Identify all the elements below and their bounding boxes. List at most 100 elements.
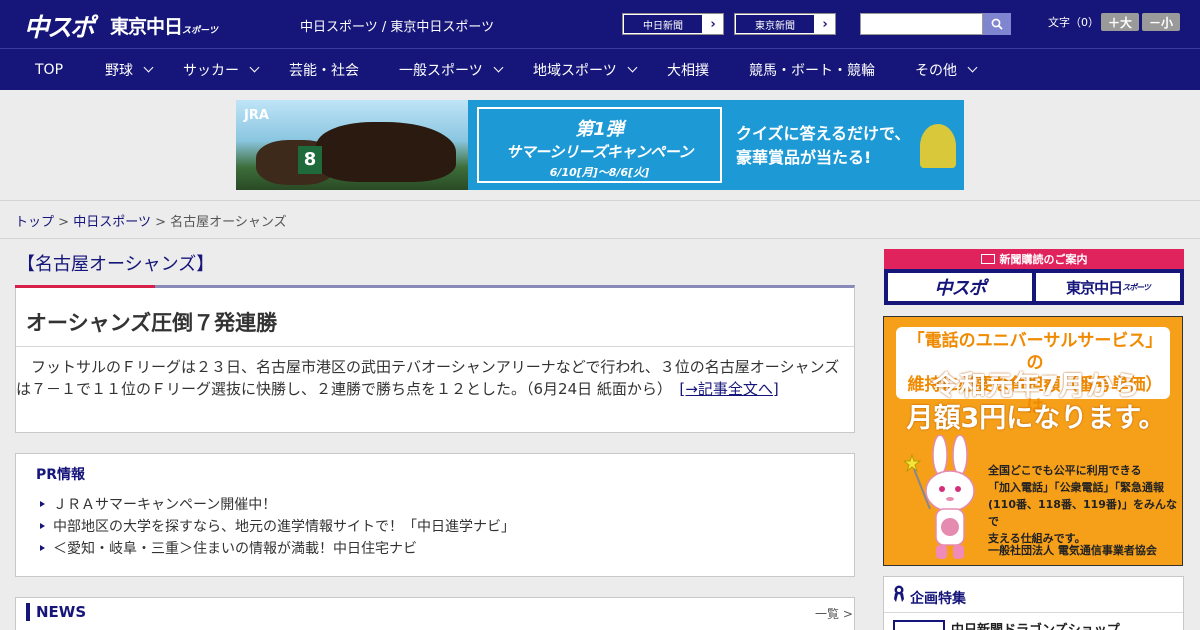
search-input[interactable] <box>860 13 983 35</box>
newspaper-icon <box>980 254 995 264</box>
main-nav: TOP 野球 サッカー 芸能・社会 一般スポーツ 地域スポーツ 大相撲 競馬・ボ… <box>0 48 1200 90</box>
subscribe-chuspo-button[interactable]: 中スポ <box>888 273 1032 301</box>
article-accent-bar <box>15 285 155 288</box>
triangle-right-icon <box>40 523 45 529</box>
news-box <box>15 597 855 630</box>
font-size-label: 文字（0） <box>1048 16 1099 29</box>
triangle-right-icon <box>40 545 45 551</box>
chevron-right-icon: › <box>822 16 828 32</box>
campaign-copy-1: クイズに答えるだけで、 <box>736 124 911 143</box>
nav-label: サッカー <box>183 62 239 79</box>
universal-service-ad[interactable]: 「電話のユニバーサルサービス」の 維持に必要な負担額（番号単価）は 令和元年7月… <box>883 316 1183 566</box>
nav-label: 野球 <box>105 62 133 79</box>
ad-body-line: (110番、118番、119番)」をみんなで <box>988 498 1177 528</box>
nav-label: 地域スポーツ <box>533 62 617 79</box>
news-accent-bar <box>26 603 30 621</box>
saddle-number: 8 <box>298 146 322 174</box>
divider <box>16 346 854 347</box>
breadcrumb-home[interactable]: トップ <box>15 215 54 230</box>
nav-item-others[interactable]: その他 <box>915 49 978 90</box>
subscription-head-text: 新聞購読のご案内 <box>999 253 1088 266</box>
ad-body-line: 全国どこでも公平に利用できる <box>988 464 1142 477</box>
chevron-down-icon <box>627 62 638 73</box>
jra-logo: JRA <box>244 108 269 123</box>
logo-tokyo-text: 東京中日 <box>110 16 183 38</box>
nav-label: 大相撲 <box>667 62 709 79</box>
chevron-down-icon <box>143 62 154 73</box>
sub-tokyo-text: 東京中日 <box>1066 278 1123 297</box>
read-more-link[interactable]: [→記事全文へ] <box>679 380 778 398</box>
chuspo-logo[interactable]: 中スポ <box>24 8 95 44</box>
site-name[interactable]: 中日スポーツ / 東京中日スポーツ <box>300 16 494 35</box>
nav-item-sumo[interactable]: 大相撲 <box>667 49 709 90</box>
ad-big-line: 月額3円になります。 <box>906 403 1166 434</box>
pr-item-text: ＪＲＡサマーキャンペーン開催中！ <box>53 497 277 513</box>
pr-item-text: ＜愛知・岐阜・三重＞住まいの情報が満載！中日住宅ナビ <box>53 541 417 557</box>
triangle-right-icon <box>40 501 45 507</box>
tokyo-shimbun-link[interactable]: 東京新聞 › <box>734 13 836 35</box>
subscribe-tokyo-button[interactable]: 東京中日 スポーツ <box>1036 273 1180 301</box>
rabbit-mascot-icon <box>904 435 975 559</box>
ad-big-text: 令和元年7月から 月額3円になります。 <box>898 371 1174 435</box>
ad-body-line: 「加入電話」「公衆電話」「緊急通報 <box>988 481 1164 494</box>
nav-label: 芸能・社会 <box>289 62 359 79</box>
section-title: 【名古屋オーシャンズ】 <box>17 254 215 275</box>
article-body: フットサルのＦリーグは２３日、名古屋市港区の武田テバオーシャンアリーナなどで行わ… <box>16 356 854 400</box>
breadcrumb: トップ > 中日スポーツ > 名古屋オーシャンズ <box>15 211 287 230</box>
chevron-right-icon: › <box>710 16 716 32</box>
font-larger-button[interactable]: ＋大 <box>1101 13 1139 31</box>
nav-item-local-sports[interactable]: 地域スポーツ <box>533 49 638 90</box>
breadcrumb-current: 名古屋オーシャンズ <box>170 215 287 230</box>
feature-title: 企画特集 <box>910 591 966 607</box>
chunichi-shimbun-link[interactable]: 中日新聞 › <box>622 13 724 35</box>
article-headline: オーシャンズ圧倒７発連勝 <box>26 311 278 335</box>
ribbon-icon <box>894 585 904 602</box>
ad-body-text: 全国どこでも公平に利用できる 「加入電話」「公衆電話」「緊急通報 (110番、1… <box>988 462 1178 547</box>
ext-link-label: 中日新聞 <box>623 14 703 34</box>
search-button[interactable] <box>983 13 1011 35</box>
nav-item-general-sports[interactable]: 一般スポーツ <box>399 49 504 90</box>
nav-label: その他 <box>915 62 957 79</box>
ad-big-line: 令和元年7月から <box>932 371 1140 402</box>
nav-item-baseball[interactable]: 野球 <box>105 49 154 90</box>
breadcrumb-sep: > <box>58 215 70 230</box>
ad-org: 一般社団法人 電気通信事業者協会 <box>988 544 1157 557</box>
campaign-dates: 6/10[月]～8/6[火] <box>549 166 650 179</box>
chevron-down-icon <box>249 62 260 73</box>
news-list-link[interactable]: 一覧 > <box>815 605 853 622</box>
horse-race-photo: 8 JRA <box>236 100 468 190</box>
feature-item[interactable]: 中日新聞ドラゴンズショップ <box>951 619 1120 630</box>
jra-ad-banner[interactable]: 8 JRA 第1弾 サマーシリーズキャンペーン 6/10[月]～8/6[火] ク… <box>236 100 964 190</box>
feature-thumbnail[interactable] <box>893 620 945 630</box>
news-title: NEWS <box>36 603 87 621</box>
trophy-icon <box>920 124 956 168</box>
nav-item-top[interactable]: TOP <box>35 49 63 90</box>
top-bar: 中スポ 東京中日スポーツ 中日スポーツ / 東京中日スポーツ 中日新聞 › 東京… <box>0 0 1200 48</box>
pr-item-text: 中部地区の大学を探すなら、地元の進学情報サイトで！「中日進学ナビ」 <box>53 519 515 535</box>
pr-title: PR情報 <box>36 467 86 483</box>
pr-item[interactable]: ＪＲＡサマーキャンペーン開催中！ <box>40 494 276 514</box>
font-smaller-button[interactable]: －小 <box>1142 13 1180 31</box>
breadcrumb-section[interactable]: 中日スポーツ <box>73 215 151 230</box>
subscription-head: 新聞購読のご案内 <box>884 249 1184 269</box>
campaign-no1: 第1弾 <box>575 119 624 140</box>
campaign-copy-2: 豪華賞品が当たる! <box>736 148 872 167</box>
tokyo-chunichi-logo[interactable]: 東京中日スポーツ <box>110 12 218 39</box>
nav-item-soccer[interactable]: サッカー <box>183 49 260 90</box>
nav-label: 一般スポーツ <box>399 62 483 79</box>
breadcrumb-sep: > <box>155 215 166 230</box>
campaign-copy: クイズに答えるだけで、 豪華賞品が当たる! <box>736 122 910 170</box>
pr-box <box>15 453 855 577</box>
pr-item[interactable]: 中部地区の大学を探すなら、地元の進学情報サイトで！「中日進学ナビ」 <box>40 516 515 536</box>
horse-shape <box>316 122 456 182</box>
logo-tokyo-suffix: スポーツ <box>182 26 218 36</box>
nav-item-racing[interactable]: 競馬・ボート・競輪 <box>749 49 875 90</box>
nav-item-entertainment[interactable]: 芸能・社会 <box>289 49 359 90</box>
nav-label: 競馬・ボート・競輪 <box>749 62 875 79</box>
sub-tokyo-suffix: スポーツ <box>1122 282 1151 292</box>
pr-item[interactable]: ＜愛知・岐阜・三重＞住まいの情報が満載！中日住宅ナビ <box>40 538 417 558</box>
search-icon <box>991 18 1003 30</box>
chevron-down-icon <box>967 62 978 73</box>
chevron-down-icon <box>493 62 504 73</box>
campaign-title: サマーシリーズキャンペーン <box>506 143 693 161</box>
